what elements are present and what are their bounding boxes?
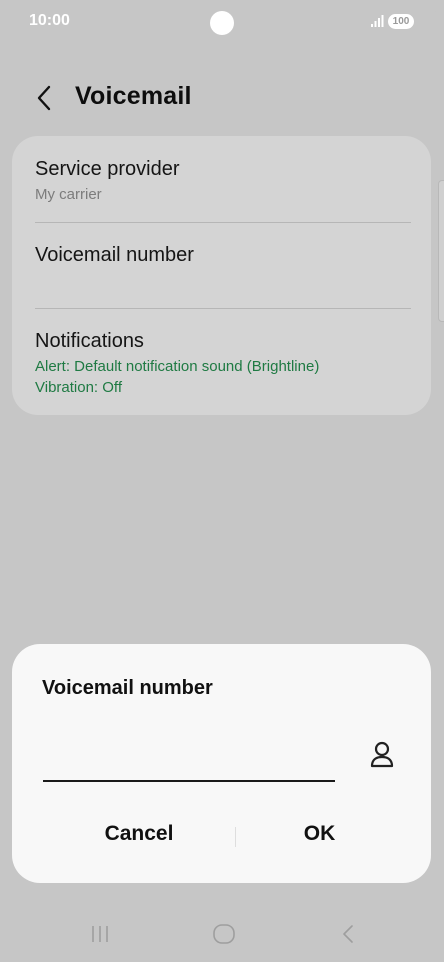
back-button[interactable]: [28, 80, 60, 116]
service-provider-value: My carrier: [35, 186, 102, 203]
status-time: 10:00: [29, 12, 70, 29]
edge-panel-handle[interactable]: [438, 180, 444, 322]
dialog-title: Voicemail number: [42, 677, 213, 699]
recent-apps-icon: [92, 926, 108, 942]
ok-button[interactable]: OK: [238, 822, 401, 850]
notifications-vibration: Vibration: Off: [35, 379, 122, 396]
app-header: Voicemail: [0, 70, 444, 126]
notifications-title: Notifications: [35, 330, 144, 352]
person-icon: [370, 741, 394, 768]
voicemail-settings-card: Service provider My carrier Voicemail nu…: [12, 136, 431, 415]
notifications-item[interactable]: Notifications Alert: Default notificatio…: [12, 309, 431, 415]
home-icon: [213, 924, 235, 944]
contacts-button[interactable]: [368, 740, 396, 770]
chevron-left-icon: [37, 85, 51, 111]
voicemail-number-title: Voicemail number: [35, 244, 194, 266]
back-nav-button[interactable]: [333, 922, 363, 946]
navigation-bar: [0, 906, 444, 962]
camera-cutout: [210, 11, 234, 35]
home-button[interactable]: [209, 922, 239, 946]
signal-icon: [371, 15, 384, 27]
service-provider-title: Service provider: [35, 158, 180, 180]
status-bar: 10:00 100: [0, 0, 444, 46]
back-icon: [343, 925, 353, 943]
page-title: Voicemail: [75, 82, 192, 110]
phone-screen: 10:00 100 Voicemail Service provider My …: [0, 0, 444, 962]
recent-apps-button[interactable]: [85, 922, 115, 946]
voicemail-number-item[interactable]: Voicemail number: [12, 223, 431, 308]
voicemail-number-dialog: Voicemail number Cancel OK: [12, 644, 431, 883]
button-divider: [235, 827, 236, 847]
service-provider-item[interactable]: Service provider My carrier: [12, 136, 431, 222]
voicemail-number-input[interactable]: [43, 752, 335, 782]
cancel-button[interactable]: Cancel: [32, 822, 246, 850]
battery-icon: 100: [388, 14, 414, 29]
notifications-alert: Alert: Default notification sound (Brigh…: [35, 358, 320, 375]
